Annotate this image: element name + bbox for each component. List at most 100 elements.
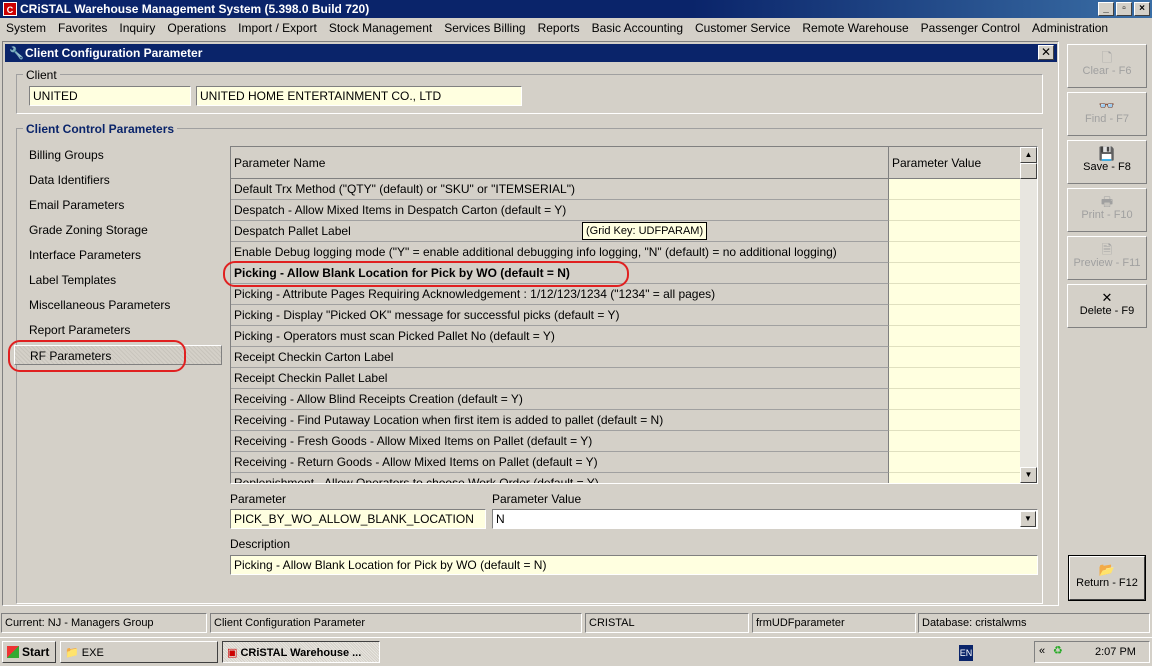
tray-expand-icon[interactable]: « [1039,645,1045,657]
table-row[interactable]: Picking - Display "Picked OK" message fo… [231,305,1021,326]
category-billing-groups[interactable]: Billing Groups [29,148,104,162]
document-icon: 🗋 [1101,50,1113,65]
close-button[interactable]: × [1134,2,1150,16]
parameter-name-cell[interactable]: Enable Debug logging mode ("Y" = enable … [231,242,889,263]
menu-import-export[interactable]: Import / Export [232,18,323,38]
description-field[interactable]: Picking - Allow Blank Location for Pick … [230,555,1038,575]
client-name-field[interactable]: UNITED HOME ENTERTAINMENT CO., LTD [196,86,522,106]
save-button-label: Save - F8 [1083,161,1131,173]
parameter-name-cell[interactable]: Receiving - Fresh Goods - Allow Mixed It… [231,431,889,452]
table-row[interactable]: Default Trx Method ("QTY" (default) or "… [231,179,1021,200]
parameter-value-cell[interactable] [889,200,1021,221]
parameter-value-cell[interactable] [889,263,1021,284]
parameter-name-cell[interactable]: Picking - Attribute Pages Requiring Ackn… [231,284,889,305]
parameter-value-cell[interactable] [889,305,1021,326]
print-button[interactable]: 🖶 Print - F10 [1067,188,1147,232]
client-code-field[interactable]: UNITED [29,86,191,106]
chevron-down-icon[interactable]: ▼ [1020,511,1036,527]
category-email-parameters[interactable]: Email Parameters [29,198,124,212]
menu-basic-accounting[interactable]: Basic Accounting [586,18,689,38]
table-row[interactable]: Receipt Checkin Carton Label [231,347,1021,368]
preview-button[interactable]: 🗎 Preview - F11 [1067,236,1147,280]
category-label-templates[interactable]: Label Templates [29,273,116,287]
menu-passenger-control[interactable]: Passenger Control [915,18,1026,38]
app-title: CRiSTAL Warehouse Management System (5.3… [20,2,370,16]
parameter-name-cell[interactable]: Receipt Checkin Pallet Label [231,368,889,389]
scroll-down-button[interactable]: ▼ [1020,467,1037,483]
menu-system[interactable]: System [0,18,52,38]
parameter-name-cell[interactable]: Receiving - Allow Blind Receipts Creatio… [231,389,889,410]
table-row[interactable]: Picking - Attribute Pages Requiring Ackn… [231,284,1021,305]
table-row[interactable]: Receiving - Allow Blind Receipts Creatio… [231,389,1021,410]
parameter-field[interactable]: PICK_BY_WO_ALLOW_BLANK_LOCATION [230,509,486,529]
parameter-value-select[interactable]: N ▼ [492,509,1038,529]
parameter-value-cell[interactable] [889,326,1021,347]
parameter-name-cell[interactable]: Receiving - Find Putaway Location when f… [231,410,889,431]
find-button-label: Find - F7 [1084,113,1129,125]
category-report-parameters[interactable]: Report Parameters [29,323,130,337]
find-button[interactable]: 👓 Find - F7 [1067,92,1147,136]
table-row[interactable]: Despatch - Allow Mixed Items in Despatch… [231,200,1021,221]
parameter-value-cell[interactable] [889,410,1021,431]
parameter-value-cell[interactable] [889,347,1021,368]
grid-vertical-scrollbar[interactable]: ▲ ▼ [1020,147,1037,483]
parameter-value-cell[interactable] [889,389,1021,410]
category-grade-zoning-storage[interactable]: Grade Zoning Storage [29,223,148,237]
table-row[interactable]: Receiving - Find Putaway Location when f… [231,410,1021,431]
parameter-value-cell[interactable] [889,284,1021,305]
menu-inquiry[interactable]: Inquiry [113,18,161,38]
menu-administration[interactable]: Administration [1026,18,1114,38]
parameter-value-cell[interactable] [889,242,1021,263]
task-cristal[interactable]: ▣ CRiSTAL Warehouse ... [222,641,380,663]
save-button[interactable]: 💾 Save - F8 [1067,140,1147,184]
task-exe[interactable]: 📁 EXE [60,641,218,663]
parameter-name-cell[interactable]: Picking - Operators must scan Picked Pal… [231,326,889,347]
table-row[interactable]: Receiving - Fresh Goods - Allow Mixed It… [231,431,1021,452]
parameter-value-cell[interactable] [889,452,1021,473]
scroll-thumb[interactable] [1020,163,1037,179]
clear-button[interactable]: 🗋 Clear - F6 [1067,44,1147,88]
table-row[interactable]: Replenishment - Allow Operators to choos… [231,473,1021,483]
col-header-parameter-name[interactable]: Parameter Name [231,147,889,179]
table-row[interactable]: Enable Debug logging mode ("Y" = enable … [231,242,1021,263]
parameter-name-cell[interactable]: Receiving - Return Goods - Allow Mixed I… [231,452,889,473]
highlight-oval-grid-row [223,261,629,287]
table-row[interactable]: Receiving - Return Goods - Allow Mixed I… [231,452,1021,473]
parameter-value-cell[interactable] [889,368,1021,389]
start-button[interactable]: Start [2,641,56,663]
maximize-button[interactable]: ▫ [1116,2,1132,16]
delete-button[interactable]: ✕ Delete - F9 [1067,284,1147,328]
category-data-identifiers[interactable]: Data Identifiers [29,173,110,187]
menu-reports[interactable]: Reports [532,18,586,38]
menu-remote-warehouse[interactable]: Remote Warehouse [796,18,914,38]
table-row[interactable]: Picking - Operators must scan Picked Pal… [231,326,1021,347]
category-interface-parameters[interactable]: Interface Parameters [29,248,141,262]
network-icon[interactable]: ♻ [1053,644,1063,657]
parameter-value-cell[interactable] [889,431,1021,452]
client-config-form: 🔧 Client Configuration Parameter ✕ Clien… [2,41,1059,606]
form-close-button[interactable]: ✕ [1038,45,1054,60]
parameter-name-cell[interactable]: Replenishment - Allow Operators to choos… [231,473,889,483]
col-header-parameter-value[interactable]: Parameter Value [889,147,1021,179]
menu-operations[interactable]: Operations [161,18,232,38]
category-miscellaneous-parameters[interactable]: Miscellaneous Parameters [29,298,170,312]
parameter-name-cell[interactable]: Despatch Pallet Label [231,221,889,242]
parameter-value-cell[interactable] [889,221,1021,242]
scroll-up-button[interactable]: ▲ [1020,147,1037,163]
parameter-name-cell[interactable]: Receipt Checkin Carton Label [231,347,889,368]
menu-customer-service[interactable]: Customer Service [689,18,796,38]
parameter-value-cell[interactable] [889,473,1021,483]
menu-stock-management[interactable]: Stock Management [323,18,438,38]
parameter-name-cell[interactable]: Picking - Display "Picked OK" message fo… [231,305,889,326]
parameters-grid[interactable]: Parameter Name Parameter Value Default T… [230,146,1038,484]
table-row[interactable]: Receipt Checkin Pallet Label [231,368,1021,389]
menu-favorites[interactable]: Favorites [52,18,113,38]
parameter-value-cell[interactable] [889,179,1021,200]
return-button-label: Return - F12 [1076,577,1138,589]
return-button[interactable]: 📂 Return - F12 [1068,555,1146,601]
menu-services-billing[interactable]: Services Billing [438,18,531,38]
parameter-name-cell[interactable]: Despatch - Allow Mixed Items in Despatch… [231,200,889,221]
minimize-button[interactable]: _ [1098,2,1114,16]
parameter-name-cell[interactable]: Default Trx Method ("QTY" (default) or "… [231,179,889,200]
language-indicator[interactable]: EN [959,645,973,661]
